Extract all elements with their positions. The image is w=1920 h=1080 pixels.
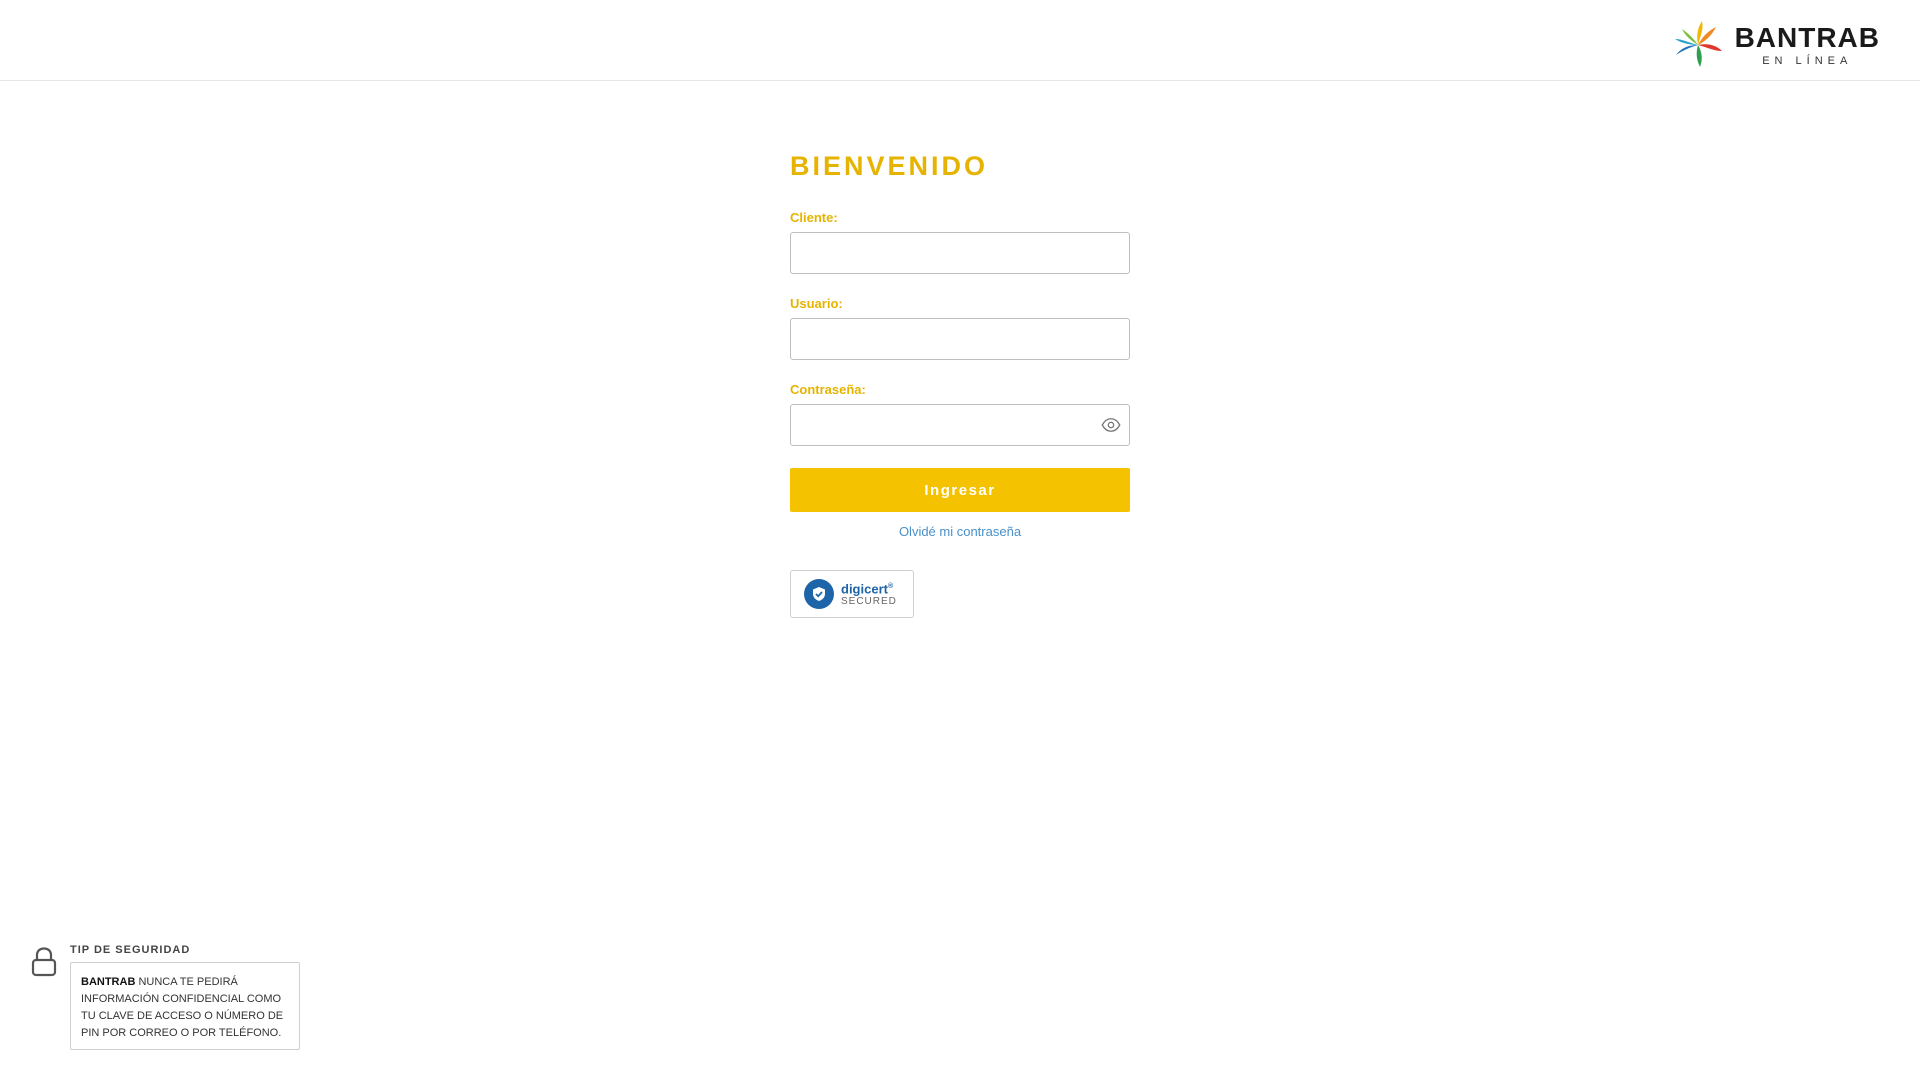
brand-tagline: EN LÍNEA [1762, 54, 1853, 67]
seal-badge [804, 579, 834, 609]
eye-icon[interactable] [1101, 415, 1121, 435]
login-button[interactable]: Ingresar [790, 468, 1130, 512]
seal-name: digicert [841, 581, 888, 597]
page-title: BIENVENIDO [790, 151, 989, 181]
user-input[interactable] [790, 318, 1130, 360]
user-label: Usuario: [790, 296, 843, 311]
client-field-wrapper [790, 232, 1130, 274]
forgot-password-link[interactable]: Olvidé mi contraseña [790, 524, 1130, 540]
tip-heading: TIP DE SEGURIDAD [70, 944, 191, 956]
user-field-wrapper [790, 318, 1130, 360]
client-label: Cliente: [790, 210, 838, 225]
digicert-seal[interactable]: digicert® SECURED [790, 570, 914, 618]
registered-mark: ® [887, 582, 894, 590]
password-label: Contraseña: [790, 382, 866, 397]
client-input[interactable] [790, 232, 1130, 274]
tip-brand: BANTRAB [81, 976, 136, 988]
login-form: BIENVENIDO Cliente: Usuario: Contraseña:… [790, 150, 1130, 618]
top-header: BANTRAB EN LÍNEA [0, 0, 1920, 81]
password-input[interactable] [790, 404, 1130, 446]
seal-status: SECURED [841, 596, 897, 608]
brand-logo[interactable]: BANTRAB EN LÍNEA [1673, 20, 1880, 70]
brand-name: BANTRAB [1734, 21, 1880, 53]
shield-check-icon [813, 587, 825, 601]
password-field-wrapper [790, 404, 1130, 446]
tip-message-box: BANTRAB NUNCA TE PEDIRÁ INFORMACIÓN CONF… [70, 962, 300, 1050]
lock-icon [31, 947, 57, 977]
pinwheel-star-logo-icon [1674, 21, 1722, 67]
